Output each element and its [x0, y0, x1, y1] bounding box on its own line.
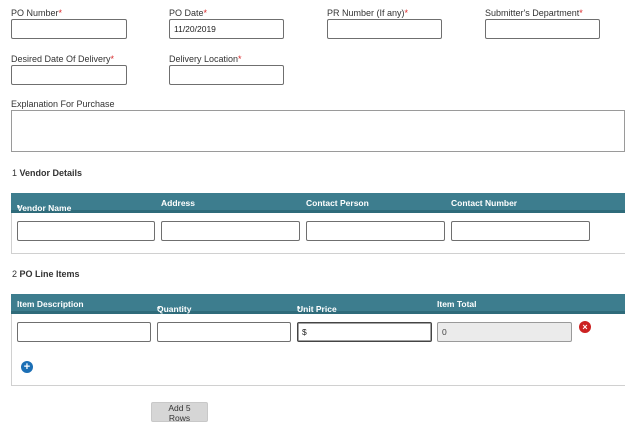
line-items-section-title: 2 PO Line Items	[12, 269, 80, 279]
item-description-input[interactable]	[17, 322, 151, 342]
item-total-input	[437, 322, 572, 342]
vendor-address-input[interactable]	[161, 221, 300, 241]
vendor-col-address: Address	[161, 198, 196, 208]
add-row-icon[interactable]: +	[21, 361, 33, 373]
submitter-department-input[interactable]	[485, 19, 600, 39]
vendor-section-title: 1 Vendor Details	[12, 168, 83, 178]
desired-date-label: Desired Date Of Delivery*	[11, 54, 115, 64]
vendor-grid-header: Vendor Name * Address Contact Person Cont…	[11, 193, 625, 213]
vendor-contact-person-input[interactable]	[306, 221, 445, 241]
vendor-col-contact-number: Contact Number	[451, 198, 518, 208]
remove-row-icon[interactable]: ×	[579, 321, 591, 333]
explanation-label: Explanation For Purchase	[11, 99, 115, 109]
pr-number-label: PR Number (If any)*	[327, 8, 409, 18]
line-col-description: Item Description	[17, 299, 84, 309]
delivery-location-input[interactable]	[169, 65, 284, 85]
quantity-input[interactable]	[157, 322, 291, 342]
unit-price-input[interactable]	[297, 322, 432, 342]
vendor-name-input[interactable]	[17, 221, 155, 241]
line-col-item-total: Item Total	[437, 299, 477, 309]
add-5-rows-button[interactable]: Add 5 Rows	[151, 402, 208, 423]
explanation-textarea[interactable]	[11, 110, 625, 152]
vendor-col-contact-person: Contact Person	[306, 198, 369, 208]
delivery-location-label: Delivery Location*	[169, 54, 242, 64]
submitter-department-label: Submitter's Department*	[485, 8, 583, 18]
po-number-input[interactable]	[11, 19, 127, 39]
po-number-label: PO Number*	[11, 8, 63, 18]
desired-date-input[interactable]	[11, 65, 127, 85]
pr-number-input[interactable]	[327, 19, 442, 39]
vendor-contact-number-input[interactable]	[451, 221, 590, 241]
line-items-grid-header: Item Description Quantity * Unit Price * I…	[11, 294, 625, 314]
po-date-label: PO Date*	[169, 8, 208, 18]
po-date-input[interactable]	[169, 19, 284, 39]
